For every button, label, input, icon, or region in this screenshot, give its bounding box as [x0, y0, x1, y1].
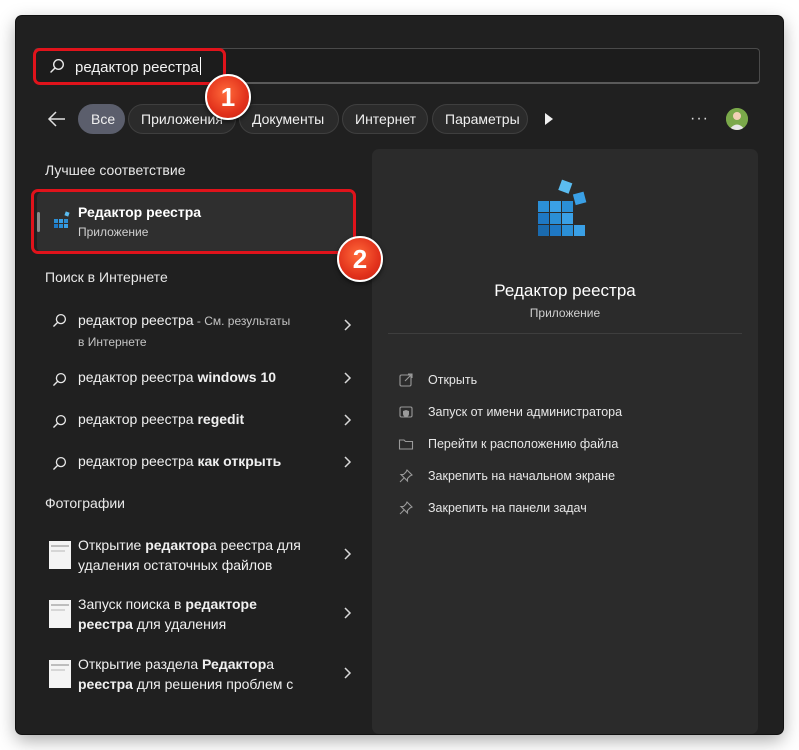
- detail-title: Редактор реестра: [494, 281, 636, 300]
- highlight-best-match: [31, 189, 356, 254]
- chevron-right-icon: [342, 371, 352, 385]
- chevron-right-icon: [342, 666, 352, 680]
- photo-thumbnail: [49, 600, 71, 628]
- highlight-search: [33, 48, 226, 85]
- web-result-item[interactable]: редактор реестра как открыть: [37, 453, 354, 475]
- action-pin-taskbar[interactable]: Закрепить на панели задач: [398, 499, 738, 519]
- tab-web[interactable]: Интернет: [342, 104, 428, 134]
- web-result-text: редактор реестра - См. результаты в Интер…: [78, 312, 291, 349]
- photo-result-item[interactable]: Запуск поиска в редакторе реестра для уда…: [37, 594, 354, 638]
- pin-icon: [398, 468, 414, 484]
- tab-documents[interactable]: Документы: [239, 104, 339, 134]
- action-pin-start[interactable]: Закрепить на начальном экране: [398, 467, 738, 487]
- action-open[interactable]: Открыть: [398, 371, 738, 391]
- photo-result-item[interactable]: Открытие раздела Редактора реестра для ре…: [37, 654, 354, 698]
- detail-pane: Редактор реестра Приложение Открыть Запу…: [372, 149, 758, 734]
- action-open-file-location[interactable]: Перейти к расположению файла: [398, 435, 738, 455]
- web-search-heading: Поиск в Интернете: [45, 269, 168, 285]
- photo-result-text: Открытие редактора реестра для удаления о…: [78, 537, 301, 573]
- search-icon: [52, 456, 67, 471]
- photos-heading: Фотографии: [45, 495, 126, 511]
- chevron-right-icon: [342, 318, 352, 332]
- action-run-as-admin[interactable]: Запуск от имени администратора: [398, 403, 738, 423]
- photo-result-text: Запуск поиска в редакторе реестра для уда…: [78, 596, 257, 632]
- chevron-right-icon: [342, 606, 352, 620]
- regedit-icon: [536, 179, 594, 241]
- search-icon: [52, 414, 67, 429]
- chevron-right-icon: [342, 547, 352, 561]
- shield-icon: [398, 404, 414, 420]
- chevron-right-icon: [342, 455, 352, 469]
- web-result-text: редактор реестра regedit: [78, 411, 245, 427]
- detail-subtitle: Приложение: [529, 306, 601, 320]
- photo-thumbnail: [49, 541, 71, 569]
- avatar[interactable]: [726, 108, 748, 130]
- chevron-right-icon: [342, 413, 352, 427]
- photo-result-text: Открытие раздела Редактора реестра для ре…: [78, 656, 294, 692]
- photo-thumbnail: [49, 660, 71, 688]
- divider: [388, 333, 742, 334]
- more-options-button[interactable]: ···: [690, 110, 710, 128]
- web-result-item[interactable]: редактор реестра windows 10: [37, 369, 354, 391]
- step-badge-1: 1: [205, 74, 251, 120]
- back-arrow-icon[interactable]: [46, 108, 68, 130]
- search-window: редактор реестра Все Приложения Документ…: [16, 16, 783, 734]
- search-icon: [52, 372, 67, 387]
- tab-all[interactable]: Все: [78, 104, 125, 134]
- search-icon: [52, 313, 67, 328]
- filter-bar: Все Приложения Документы Интернет Параме…: [16, 102, 783, 136]
- tab-settings[interactable]: Параметры: [432, 104, 528, 134]
- web-result-text: редактор реестра windows 10: [78, 369, 277, 385]
- web-result-item[interactable]: редактор реестра regedit: [37, 411, 354, 433]
- open-icon: [398, 372, 414, 388]
- photo-result-item[interactable]: Открытие редактора реестра для удаления о…: [37, 535, 354, 579]
- scroll-right-icon[interactable]: [543, 111, 555, 127]
- best-match-heading: Лучшее соответствие: [45, 162, 186, 178]
- web-result-item[interactable]: редактор реестра - См. результаты в Интер…: [37, 310, 354, 350]
- step-badge-2: 2: [337, 236, 383, 282]
- web-result-text: редактор реестра как открыть: [78, 453, 282, 469]
- folder-icon: [398, 436, 414, 452]
- pin-icon: [398, 500, 414, 516]
